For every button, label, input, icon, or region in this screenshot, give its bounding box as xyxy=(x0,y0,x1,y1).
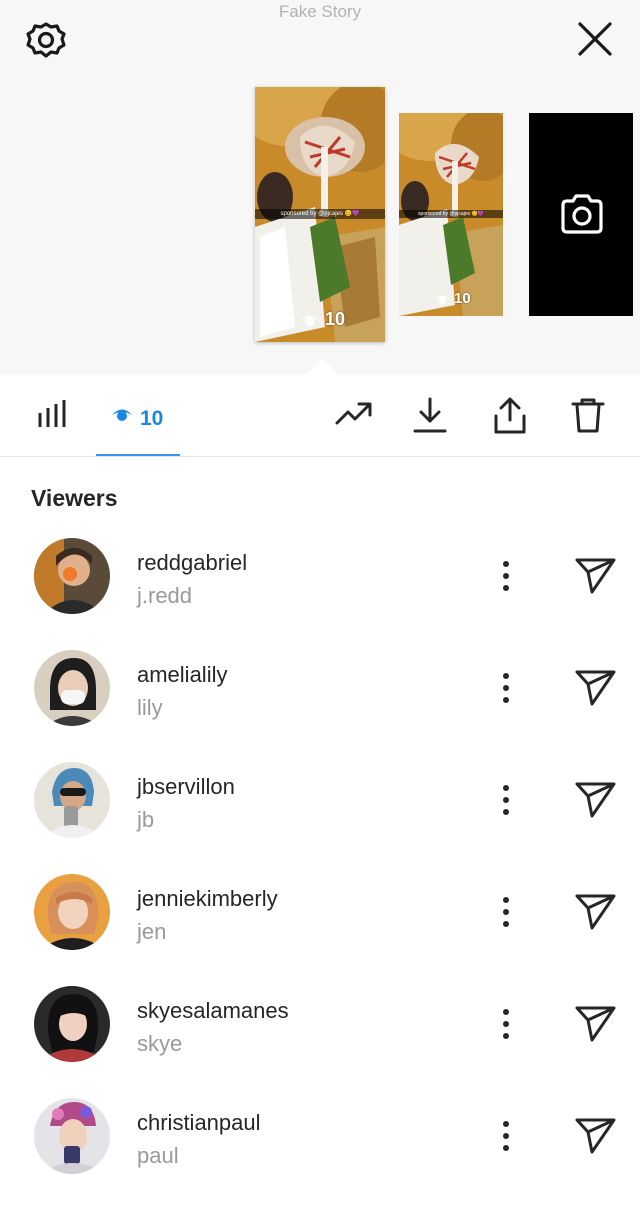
more-vertical-icon xyxy=(503,561,509,591)
viewer-username[interactable]: skyesalamanes xyxy=(137,998,289,1024)
download-icon xyxy=(413,397,447,433)
viewers-heading: Viewers xyxy=(31,485,118,511)
avatar-photo xyxy=(34,538,110,614)
more-options-button[interactable] xyxy=(494,896,518,933)
viewer-row[interactable]: amelialily lily xyxy=(0,650,640,762)
viewer-name: skye xyxy=(137,1031,183,1056)
more-options-button[interactable] xyxy=(494,560,518,597)
close-icon xyxy=(578,22,612,56)
send-message-button[interactable] xyxy=(574,892,618,937)
camera-icon xyxy=(561,194,603,234)
share-icon xyxy=(494,397,526,434)
avatar[interactable] xyxy=(34,986,110,1062)
story-preview-area: Fake Story sponsored by @pjcajes 😊💜 10 s… xyxy=(0,0,640,375)
send-icon xyxy=(575,670,616,706)
send-message-button[interactable] xyxy=(574,780,618,825)
viewer-username[interactable]: amelialily xyxy=(137,662,227,688)
avatar-photo xyxy=(34,874,110,950)
insights-button[interactable] xyxy=(36,396,68,437)
more-vertical-icon xyxy=(503,673,509,703)
viewer-row[interactable]: jenniekimberly jen xyxy=(0,874,640,986)
more-vertical-icon xyxy=(503,897,509,927)
viewers-count: 10 xyxy=(140,407,164,430)
send-icon xyxy=(575,782,616,818)
viewer-username[interactable]: jbservillon xyxy=(137,774,235,800)
trend-icon xyxy=(335,402,372,425)
send-icon xyxy=(575,1006,616,1042)
avatar[interactable] xyxy=(34,762,110,838)
share-button[interactable] xyxy=(492,396,528,441)
story-thumbnail-selected[interactable]: sponsored by @pjcajes 😊💜 10 xyxy=(255,87,385,342)
selected-story-pointer xyxy=(306,358,338,375)
story-caption: sponsored by @pjcajes 😊💜 xyxy=(255,209,385,219)
settings-button[interactable] xyxy=(24,18,68,62)
more-vertical-icon xyxy=(503,785,509,815)
viewer-name: paul xyxy=(137,1143,179,1168)
more-vertical-icon xyxy=(503,1121,509,1151)
send-message-button[interactable] xyxy=(574,1116,618,1161)
avatar-photo xyxy=(34,1098,110,1174)
more-options-button[interactable] xyxy=(494,784,518,821)
avatar[interactable] xyxy=(34,650,110,726)
story-caption: sponsored by @pjcajes 😊💜 xyxy=(399,210,503,218)
eye-icon xyxy=(433,295,451,304)
story-views-overlay: 10 xyxy=(433,290,471,307)
viewer-row[interactable]: skyesalamanes skye xyxy=(0,986,640,1098)
viewer-username[interactable]: jenniekimberly xyxy=(137,886,278,912)
viewer-name: jb xyxy=(137,807,155,832)
avatar[interactable] xyxy=(34,1098,110,1174)
avatar-photo xyxy=(34,650,110,726)
viewer-row[interactable]: jbservillon jb xyxy=(0,762,640,874)
download-button[interactable] xyxy=(412,396,448,441)
send-message-button[interactable] xyxy=(574,668,618,713)
more-vertical-icon xyxy=(503,1009,509,1039)
send-icon xyxy=(575,1118,616,1154)
story-toolbar: 10 xyxy=(0,376,640,457)
eye-icon xyxy=(112,409,132,421)
viewer-name: jen xyxy=(137,919,167,944)
watermark-text: Fake Story xyxy=(278,2,362,21)
viewer-username[interactable]: reddgabriel xyxy=(137,550,247,576)
story-thumbnail[interactable]: sponsored by @pjcajes 😊💜 10 xyxy=(399,113,503,316)
story-views-overlay: 10 xyxy=(299,309,345,330)
story-views-count: 10 xyxy=(454,290,471,307)
viewer-username[interactable]: christianpaul xyxy=(137,1110,261,1136)
bar-chart-icon xyxy=(38,400,66,427)
gear-icon xyxy=(26,22,66,58)
send-message-button[interactable] xyxy=(574,556,618,601)
more-options-button[interactable] xyxy=(494,672,518,709)
viewer-row[interactable]: christianpaul paul xyxy=(0,1098,640,1210)
more-options-button[interactable] xyxy=(494,1120,518,1157)
avatar-photo xyxy=(34,986,110,1062)
eye-icon xyxy=(300,315,320,326)
send-message-button[interactable] xyxy=(574,1004,618,1049)
viewer-name: j.redd xyxy=(137,583,193,608)
story-views-count: 10 xyxy=(325,309,346,329)
send-icon xyxy=(575,558,616,594)
promote-button[interactable] xyxy=(334,396,374,437)
viewer-row[interactable]: reddgabriel j.redd xyxy=(0,538,640,650)
send-icon xyxy=(575,894,616,930)
delete-button[interactable] xyxy=(570,396,606,441)
tab-viewers[interactable]: 10 xyxy=(96,376,180,456)
close-button[interactable] xyxy=(572,16,618,62)
add-story-camera-tile[interactable] xyxy=(529,113,633,316)
avatar[interactable] xyxy=(34,874,110,950)
avatar[interactable] xyxy=(34,538,110,614)
more-options-button[interactable] xyxy=(494,1008,518,1045)
trash-icon xyxy=(571,398,605,433)
avatar-photo xyxy=(34,762,110,838)
viewer-name: lily xyxy=(137,695,163,720)
